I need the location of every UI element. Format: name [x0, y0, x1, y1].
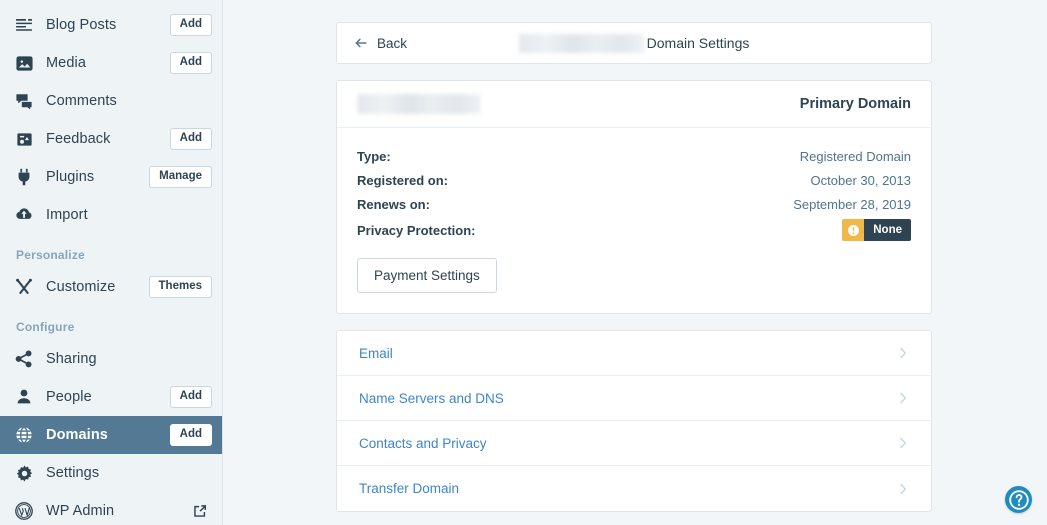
domain-detail-card: Primary Domain Type: Registered Domain R…	[336, 80, 932, 314]
domain-card-header: Primary Domain	[337, 81, 931, 128]
help-question-icon	[1008, 489, 1030, 511]
sidebar-item-label: Sharing	[46, 351, 212, 367]
chevron-right-icon	[895, 481, 911, 497]
sidebar-item-blog-posts[interactable]: Blog Posts Add	[0, 6, 222, 44]
sidebar-item-wp-admin[interactable]: WP Admin	[0, 492, 222, 525]
property-row-privacy-protection: Privacy Protection: None	[357, 216, 911, 244]
arrow-left-icon	[353, 35, 369, 51]
status-badge-label: None	[864, 219, 911, 241]
redacted-domain-name	[357, 94, 481, 114]
domain-card-body: Type: Registered Domain Registered on: O…	[337, 128, 931, 313]
back-button[interactable]: Back	[353, 35, 407, 51]
settings-link-label: Contacts and Privacy	[359, 436, 487, 451]
property-row-renews-on: Renews on: September 28, 2019	[357, 192, 911, 216]
sidebar-item-label: People	[46, 389, 170, 405]
sidebar-item-label: Blog Posts	[46, 17, 170, 33]
property-key: Type:	[357, 149, 391, 164]
property-value: October 30, 2013	[811, 173, 911, 188]
sidebar-item-settings[interactable]: Settings	[0, 454, 222, 492]
sidebar-item-people[interactable]: People Add	[0, 378, 222, 416]
sidebar: Blog Posts Add Media Add Comments	[0, 0, 223, 525]
main-content: Back Domain Settings Primary Domain Type…	[223, 0, 1047, 525]
sidebar-item-media[interactable]: Media Add	[0, 44, 222, 82]
media-icon	[12, 51, 36, 75]
property-value: September 28, 2019	[793, 197, 911, 212]
chevron-right-icon	[895, 435, 911, 451]
sidebar-item-feedback[interactable]: Feedback Add	[0, 120, 222, 158]
sidebar-item-label: Customize	[46, 279, 149, 295]
sidebar-section-personalize: Personalize	[0, 234, 222, 268]
domain-settings-links-card: Email Name Servers and DNS	[336, 330, 932, 512]
sidebar-item-label: Comments	[46, 93, 212, 109]
status-badge[interactable]: None	[842, 219, 911, 241]
settings-link-email[interactable]: Email	[337, 331, 931, 376]
content-column: Back Domain Settings Primary Domain Type…	[336, 22, 932, 512]
settings-link-label: Name Servers and DNS	[359, 391, 504, 406]
redacted-domain-name	[519, 34, 645, 53]
chevron-right-icon	[895, 390, 911, 406]
sidebar-add-media-button[interactable]: Add	[170, 52, 212, 74]
people-icon	[12, 385, 36, 409]
property-key: Renews on:	[357, 197, 430, 212]
sidebar-item-label: Media	[46, 55, 170, 71]
sidebar-item-domains[interactable]: Domains Add	[0, 416, 222, 454]
sidebar-item-customize[interactable]: Customize Themes	[0, 268, 222, 306]
sidebar-item-sharing[interactable]: Sharing	[0, 340, 222, 378]
sidebar-item-label: WP Admin	[46, 503, 192, 519]
sidebar-item-label: Plugins	[46, 169, 149, 185]
warning-exclamation-icon	[842, 219, 864, 241]
settings-gear-icon	[12, 461, 36, 485]
settings-link-contacts-and-privacy[interactable]: Contacts and Privacy	[337, 421, 931, 466]
help-button[interactable]	[1005, 486, 1032, 513]
external-link-icon	[192, 503, 208, 519]
sidebar-item-plugins[interactable]: Plugins Manage	[0, 158, 222, 196]
wordpress-icon	[12, 499, 36, 523]
sidebar-item-label: Settings	[46, 465, 212, 481]
sidebar-add-feedback-button[interactable]: Add	[170, 128, 212, 150]
app-root: Blog Posts Add Media Add Comments	[0, 0, 1047, 525]
payment-settings-button[interactable]: Payment Settings	[357, 258, 497, 293]
sidebar-section-configure: Configure	[0, 306, 222, 340]
sidebar-add-domain-button[interactable]: Add	[170, 424, 212, 446]
sidebar-add-people-button[interactable]: Add	[170, 386, 212, 408]
sidebar-item-label: Import	[46, 207, 212, 223]
back-label: Back	[377, 36, 407, 51]
header-title-group: Domain Settings	[337, 23, 931, 63]
sidebar-manage-plugins-button[interactable]: Manage	[149, 166, 212, 188]
property-row-registered-on: Registered on: October 30, 2013	[357, 168, 911, 192]
customize-icon	[12, 275, 36, 299]
domains-globe-icon	[12, 423, 36, 447]
sidebar-item-label: Domains	[46, 427, 170, 443]
sidebar-themes-button[interactable]: Themes	[149, 276, 212, 298]
sidebar-add-blog-post-button[interactable]: Add	[170, 14, 212, 36]
settings-link-transfer-domain[interactable]: Transfer Domain	[337, 466, 931, 511]
property-value: Registered Domain	[800, 149, 911, 164]
page-title: Domain Settings	[647, 35, 750, 51]
settings-link-name-servers-and-dns[interactable]: Name Servers and DNS	[337, 376, 931, 421]
import-icon	[12, 203, 36, 227]
plugins-icon	[12, 165, 36, 189]
property-row-type: Type: Registered Domain	[357, 144, 911, 168]
settings-link-label: Transfer Domain	[359, 481, 459, 496]
feedback-icon	[12, 127, 36, 151]
sidebar-item-import[interactable]: Import	[0, 196, 222, 234]
property-key: Privacy Protection:	[357, 223, 476, 238]
blog-posts-icon	[12, 13, 36, 37]
sharing-icon	[12, 347, 36, 371]
primary-domain-label: Primary Domain	[800, 96, 911, 112]
comments-icon	[12, 89, 36, 113]
chevron-right-icon	[895, 345, 911, 361]
sidebar-item-label: Feedback	[46, 131, 170, 147]
page-header-card: Back Domain Settings	[336, 22, 932, 64]
property-key: Registered on:	[357, 173, 448, 188]
sidebar-item-comments[interactable]: Comments	[0, 82, 222, 120]
settings-link-label: Email	[359, 346, 393, 361]
